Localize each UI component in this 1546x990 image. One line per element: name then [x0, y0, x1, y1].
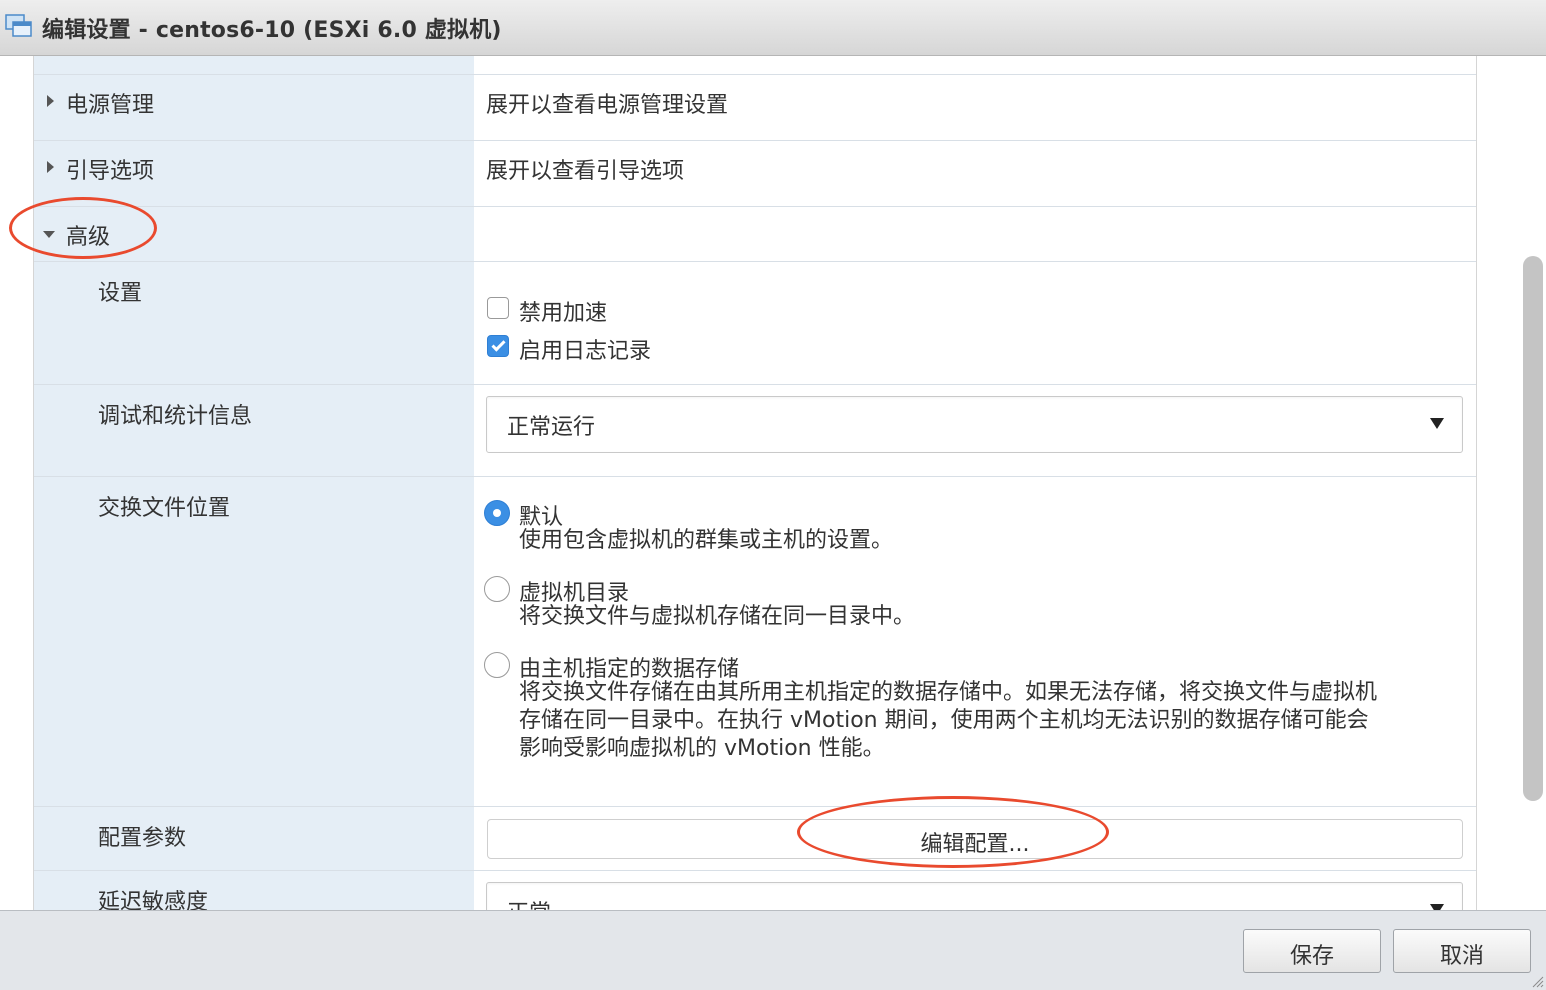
swap-host-datastore-desc-line: 存储在同一目录中。在执行 vMotion 期间，使用两个主机均无法识别的数据存储… [519, 708, 1369, 733]
vm-window-icon [5, 14, 32, 37]
swap-host-datastore-desc-line: 影响受影响虚拟机的 vMotion 性能。 [519, 736, 885, 761]
dropdown-arrow-icon [1430, 418, 1444, 429]
disable-acceleration-checkbox[interactable] [487, 297, 509, 319]
enable-logging-checkbox[interactable] [487, 335, 509, 357]
debug-stats-label: 调试和统计信息 [98, 404, 253, 429]
config-parameters-label: 配置参数 [98, 826, 187, 851]
swap-default-desc: 使用包含虚拟机的群集或主机的设置。 [519, 528, 894, 553]
table-row-cut [34, 56, 1476, 75]
dialog-title: 编辑设置 - centos6-10 (ESXi 6.0 虚拟机) [42, 18, 502, 43]
collapse-arrow-icon[interactable] [43, 231, 55, 238]
row-latency-sensitivity: 延迟敏感度 正常 [34, 871, 1476, 910]
dialog-titlebar: 编辑设置 - centos6-10 (ESXi 6.0 虚拟机) [0, 0, 1546, 56]
cancel-button-label: 取消 [1439, 944, 1484, 969]
settings-label: 设置 [98, 281, 143, 306]
swap-host-datastore-desc-line: 将交换文件存储在由其所用主机指定的数据存储中。如果无法存储，将交换文件与虚拟机 [519, 680, 1378, 705]
row-swap-file-location: 交换文件位置 默认 使用包含虚拟机的群集或主机的设置。 虚拟机目录 将交换文件与… [34, 477, 1476, 807]
advanced-label[interactable]: 高级 [66, 219, 110, 251]
row-debug-stats: 调试和统计信息 正常运行 [34, 385, 1476, 477]
checkmark-icon [491, 337, 506, 352]
power-management-label[interactable]: 电源管理 [66, 87, 154, 119]
swap-default-radio[interactable] [484, 500, 510, 526]
dialog-footer: 保存 取消 [0, 910, 1546, 990]
debug-stats-select[interactable]: 正常运行 [486, 396, 1463, 453]
enable-logging-label[interactable]: 启用日志记录 [519, 333, 651, 365]
power-management-summary: 展开以查看电源管理设置 [486, 93, 729, 118]
latency-sensitivity-select[interactable]: 正常 [486, 882, 1463, 910]
boot-options-label[interactable]: 引导选项 [66, 153, 154, 185]
settings-table: 电源管理 展开以查看电源管理设置 引导选项 展开以查看引导选项 高级 设置 禁用… [33, 56, 1477, 910]
expand-arrow-icon[interactable] [47, 161, 54, 173]
debug-stats-selected: 正常运行 [507, 415, 596, 440]
save-button[interactable]: 保存 [1243, 929, 1381, 973]
latency-sensitivity-label: 延迟敏感度 [98, 890, 209, 910]
swap-file-location-label: 交换文件位置 [98, 496, 231, 521]
save-button-label: 保存 [1289, 944, 1334, 969]
row-advanced[interactable]: 高级 [34, 207, 1476, 262]
resize-grip-icon[interactable] [1530, 974, 1544, 988]
cancel-button[interactable]: 取消 [1393, 929, 1531, 973]
row-config-parameters: 配置参数 编辑配置... [34, 807, 1476, 871]
swap-vm-directory-radio[interactable] [484, 576, 510, 602]
disable-acceleration-label[interactable]: 禁用加速 [519, 295, 607, 327]
edit-config-button-label: 编辑配置... [920, 832, 1030, 857]
row-boot-options[interactable]: 引导选项 展开以查看引导选项 [34, 141, 1476, 207]
boot-options-summary: 展开以查看引导选项 [486, 159, 685, 184]
swap-host-datastore-radio[interactable] [484, 652, 510, 678]
latency-sensitivity-selected: 正常 [507, 895, 551, 910]
swap-vm-directory-desc: 将交换文件与虚拟机存储在同一目录中。 [519, 604, 916, 629]
settings-content: 电源管理 展开以查看电源管理设置 引导选项 展开以查看引导选项 高级 设置 禁用… [0, 56, 1546, 910]
scrollbar-thumb[interactable] [1523, 256, 1543, 801]
edit-config-button[interactable]: 编辑配置... [487, 819, 1463, 859]
expand-arrow-icon[interactable] [47, 95, 54, 107]
row-settings: 设置 禁用加速 启用日志记录 [34, 262, 1476, 385]
row-power-management[interactable]: 电源管理 展开以查看电源管理设置 [34, 75, 1476, 141]
